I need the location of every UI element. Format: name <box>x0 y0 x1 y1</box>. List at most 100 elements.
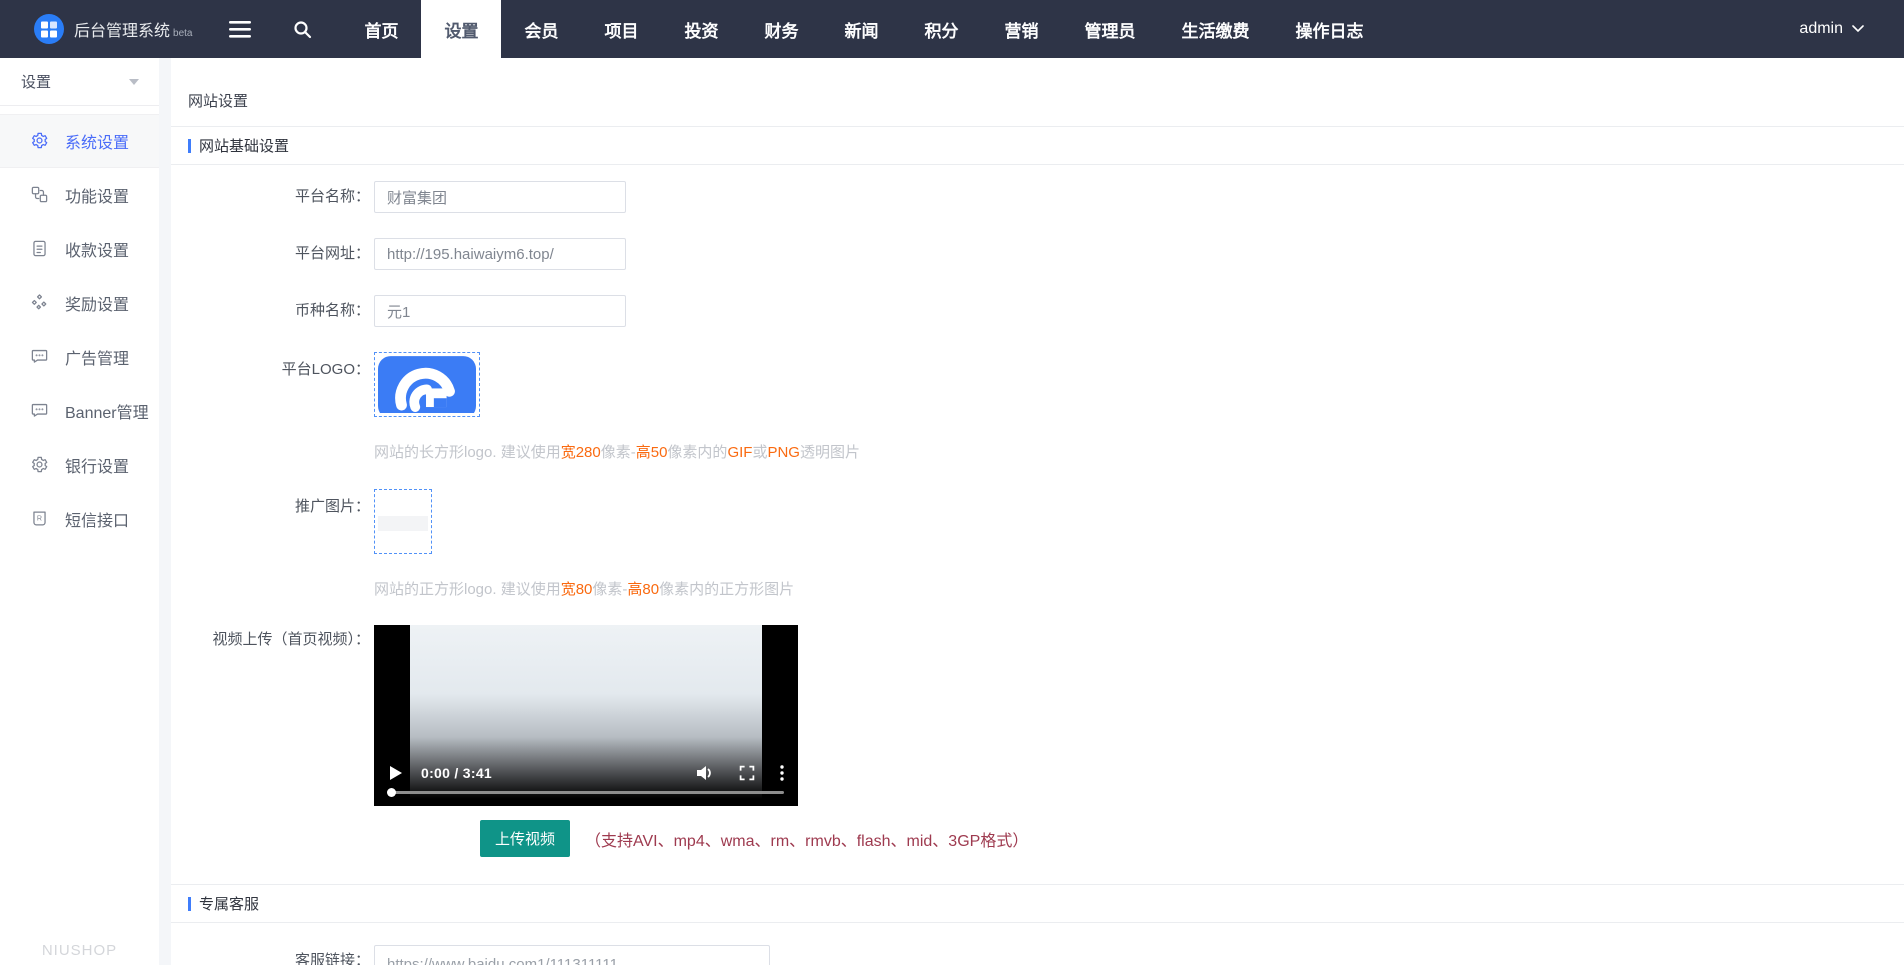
platform-url-input[interactable] <box>374 238 626 270</box>
promo-image-hint: 网站的正方形logo. 建议使用宽80像素-高80像素内的正方形图片 <box>374 578 794 599</box>
form-row: 推广图片： 网站的正方形logo. 建议使用宽80像素-高80像素内的正方形图片 <box>188 489 1904 599</box>
brand-logo-icon <box>34 14 64 44</box>
main-content: 网站设置 网站基础设置 平台名称： 平台网址： 币种名称： <box>171 58 1904 965</box>
nav-item-marketing[interactable]: 营销 <box>981 0 1061 58</box>
section-title: 专属客服 <box>199 893 259 914</box>
hint-segment: 网站的正方形logo. 建议使用 <box>374 581 561 598</box>
upload-video-row: 上传视频 （支持AVI、mp4、wma、rm、rmvb、flash、mid、3G… <box>480 820 1904 857</box>
page-title: 网站设置 <box>171 58 1904 127</box>
sidebar-item-system[interactable]: 系统设置 <box>0 114 159 168</box>
video-upload-label: 视频上传（首页视频）： <box>188 625 370 806</box>
video-formats-note: （支持AVI、mp4、wma、rm、rmvb、flash、mid、3GP格式） <box>585 827 1028 851</box>
hint-segment: 像素- <box>601 444 636 461</box>
hint-segment: PNG <box>767 444 800 461</box>
user-menu[interactable]: admin <box>1799 0 1864 58</box>
hint-segment: 网站的长方形logo. 建议使用 <box>374 444 561 461</box>
video-progress-bar[interactable] <box>388 791 784 794</box>
section-title: 网站基础设置 <box>199 135 289 156</box>
video-player[interactable]: 0:00 / 3:41 <box>374 625 798 806</box>
nav-item-invest[interactable]: 投资 <box>661 0 741 58</box>
more-options-icon[interactable] <box>780 765 784 781</box>
section-header-service: 专属客服 <box>171 885 1904 923</box>
doc-icon <box>30 239 50 259</box>
form-row: 平台LOGO： 网站的长方形logo. 建议使用宽280像素-高50像素内的GI… <box>188 352 1904 462</box>
sidebar-item-sms[interactable]: R短信接口 <box>0 492 159 546</box>
platform-name-label: 平台名称： <box>188 181 370 213</box>
section-accent-bar <box>188 897 191 911</box>
sidebar-group-settings[interactable]: 设置 <box>0 58 159 106</box>
volume-icon[interactable] <box>696 765 714 781</box>
sidebar-group-label: 设置 <box>21 71 51 92</box>
gear-icon <box>30 131 50 151</box>
sidebar-item-feature[interactable]: 功能设置 <box>0 168 159 222</box>
nav-item-admins[interactable]: 管理员 <box>1061 0 1158 58</box>
svg-text:R: R <box>37 514 42 522</box>
promo-image-placeholder <box>378 493 428 550</box>
sidebar-item-reward[interactable]: 奖励设置 <box>0 276 159 330</box>
user-name: admin <box>1799 20 1843 38</box>
chevron-down-icon <box>129 79 139 85</box>
main-nav: 首页设置会员项目投资财务新闻积分营销管理员生活缴费操作日志 <box>341 0 1386 58</box>
promo-image-label: 推广图片： <box>188 489 370 599</box>
hint-segment: 像素内的 <box>667 444 727 461</box>
sidebar-item-ads[interactable]: 广告管理 <box>0 330 159 384</box>
nav-item-news[interactable]: 新闻 <box>821 0 901 58</box>
hint-segment: 宽280 <box>561 444 601 461</box>
fullscreen-icon[interactable] <box>739 765 755 781</box>
sidebar-item-label: 功能设置 <box>65 183 129 207</box>
promo-image-upload[interactable] <box>374 489 432 554</box>
brand-beta-tag: beta <box>173 28 192 39</box>
sidebar-scrollbar[interactable] <box>159 58 171 965</box>
form-row: 视频上传（首页视频）： 0:00 / 3:41 <box>188 625 1904 806</box>
sidebar-item-label: 系统设置 <box>65 129 129 153</box>
gem-icon <box>30 293 50 313</box>
platform-logo-upload[interactable] <box>374 352 480 417</box>
hint-segment: 透明图片 <box>800 444 860 461</box>
search-icon[interactable] <box>272 0 333 58</box>
hint-segment: 像素- <box>592 581 627 598</box>
upload-video-button[interactable]: 上传视频 <box>480 820 570 857</box>
section-header-basic: 网站基础设置 <box>171 127 1904 165</box>
sms-icon: R <box>30 509 50 529</box>
nav-item-home[interactable]: 首页 <box>341 0 421 58</box>
chat-icon <box>30 347 50 367</box>
branch-icon <box>30 185 50 205</box>
sidebar-item-banner[interactable]: Banner管理 <box>0 384 159 438</box>
platform-logo-image <box>378 356 476 413</box>
sidebar-item-label: 奖励设置 <box>65 291 129 315</box>
nav-item-finance[interactable]: 财务 <box>741 0 821 58</box>
menu-toggle-icon[interactable] <box>208 0 272 58</box>
play-button[interactable] <box>390 766 402 780</box>
hint-segment: 高50 <box>636 444 668 461</box>
nav-item-points[interactable]: 积分 <box>901 0 981 58</box>
currency-name-label: 币种名称： <box>188 295 370 327</box>
video-time: 0:00 / 3:41 <box>421 765 492 781</box>
nav-item-life-pay[interactable]: 生活缴费 <box>1158 0 1272 58</box>
service-section: 专属客服 客服链接： https://www.baidu.com1/111311… <box>171 884 1904 965</box>
video-progress-handle[interactable] <box>387 788 396 797</box>
platform-logo-label: 平台LOGO： <box>188 352 370 462</box>
hint-segment: 或 <box>752 444 767 461</box>
hint-segment: 宽80 <box>561 581 593 598</box>
form-row: 币种名称： <box>188 295 1904 327</box>
chat-icon <box>30 401 50 421</box>
gear-icon <box>30 455 50 475</box>
form-row: 客服链接： https://www.baidu.com1/111311111 <box>188 945 1904 965</box>
sidebar-item-payment[interactable]: 收款设置 <box>0 222 159 276</box>
nav-item-members[interactable]: 会员 <box>501 0 581 58</box>
service-form: 客服链接： https://www.baidu.com1/111311111 <box>171 923 1904 965</box>
sidebar-item-bank[interactable]: 银行设置 <box>0 438 159 492</box>
nav-item-op-log[interactable]: 操作日志 <box>1272 0 1386 58</box>
nav-item-settings[interactable]: 设置 <box>421 0 501 58</box>
nav-item-projects[interactable]: 项目 <box>581 0 661 58</box>
sidebar-footer-brand: NIUSHOP <box>0 942 159 959</box>
service-link-input[interactable]: https://www.baidu.com1/111311111 <box>374 945 770 965</box>
sidebar-item-label: 收款设置 <box>65 237 129 261</box>
sidebar-item-label: 广告管理 <box>65 345 129 369</box>
chevron-down-icon <box>1852 25 1864 33</box>
currency-name-input[interactable] <box>374 295 626 327</box>
platform-name-input[interactable] <box>374 181 626 213</box>
platform-url-label: 平台网址： <box>188 238 370 270</box>
brand[interactable]: 后台管理系统 beta <box>0 0 192 58</box>
form-row: 平台名称： <box>188 181 1904 213</box>
